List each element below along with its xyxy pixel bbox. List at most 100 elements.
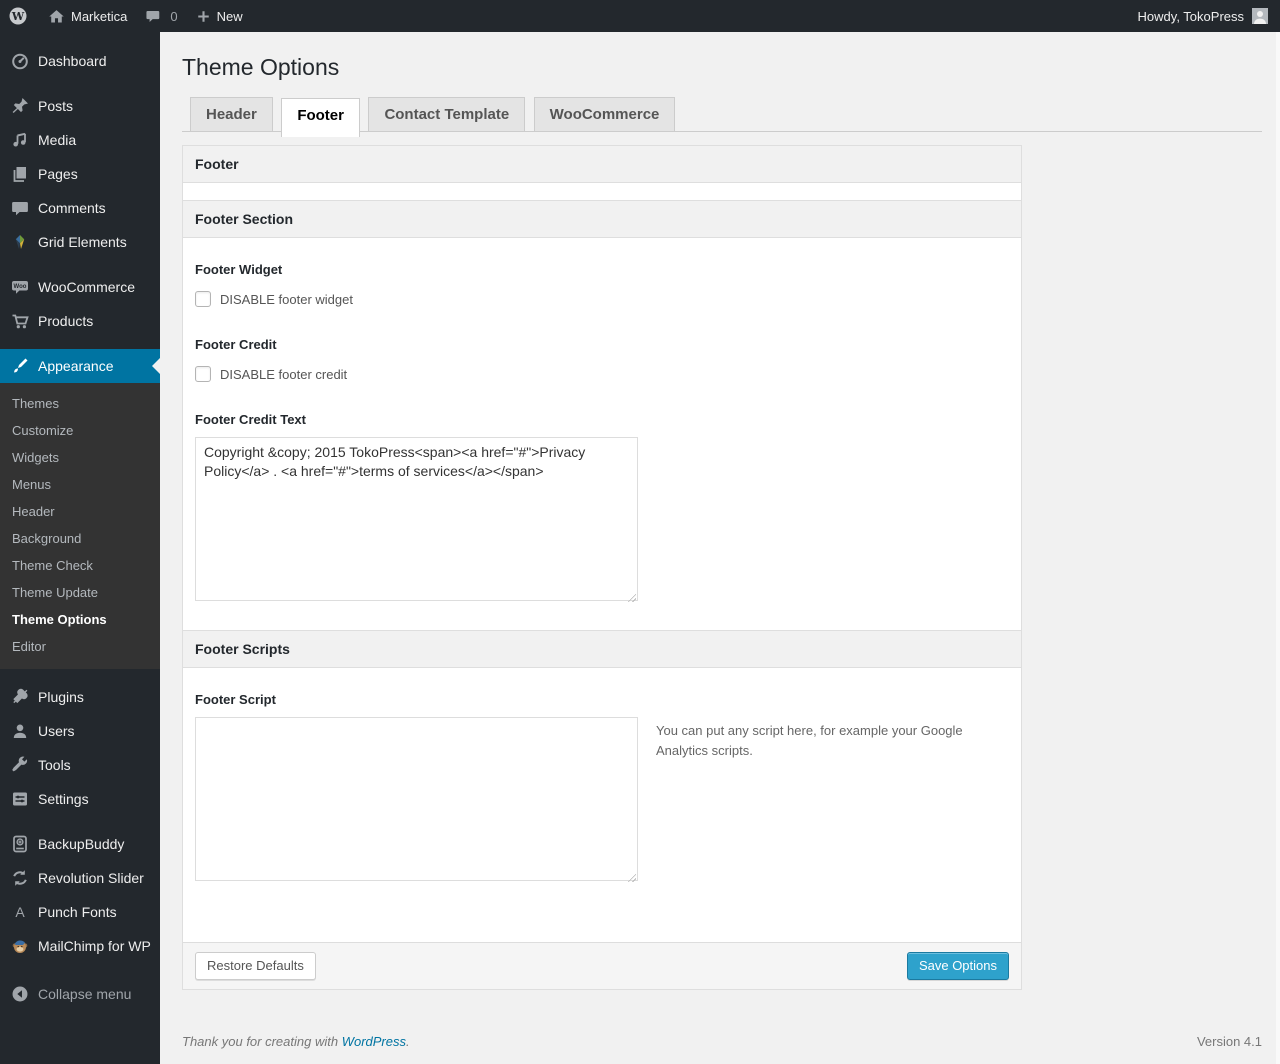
- new-content-menu[interactable]: New: [196, 9, 243, 24]
- new-label: New: [216, 8, 243, 24]
- pages-icon: [10, 164, 30, 184]
- version-label: Version 4.1: [1196, 1034, 1262, 1049]
- sidebar-item-plugins[interactable]: Plugins: [0, 680, 160, 714]
- sidebar-item-label: Tools: [38, 757, 71, 773]
- footer-credit-text-label: Footer Credit Text: [195, 412, 306, 427]
- wordpress-link[interactable]: WordPress: [342, 1034, 406, 1049]
- footer-scripts-fields: Footer Script You can put any script her…: [183, 668, 1021, 942]
- user-icon: [10, 721, 30, 741]
- scrollbar-track[interactable]: [1276, 32, 1280, 1064]
- submenu-item-background[interactable]: Background: [0, 525, 160, 552]
- submenu-item-theme-check[interactable]: Theme Check: [0, 552, 160, 579]
- tab-header[interactable]: Header: [190, 97, 273, 132]
- wordpress-logo-menu[interactable]: W: [8, 6, 28, 26]
- footer-thanks-text: Thank you for creating with: [182, 1034, 342, 1049]
- sidebar-item-grid-elements[interactable]: Grid Elements: [0, 225, 160, 259]
- paintbrush-icon: [10, 356, 30, 376]
- submenu-item-widgets[interactable]: Widgets: [0, 444, 160, 471]
- woocommerce-icon: Woo: [10, 277, 30, 297]
- submenu-item-theme-update[interactable]: Theme Update: [0, 579, 160, 606]
- submenu-item-menus[interactable]: Menus: [0, 471, 160, 498]
- comment-count: 0: [170, 8, 178, 24]
- footer-script-description: You can put any script here, for example…: [656, 723, 963, 759]
- submenu-item-editor[interactable]: Editor: [0, 633, 160, 660]
- appearance-submenu: Themes Customize Widgets Menus Header Ba…: [0, 383, 160, 669]
- footer-widget-row: DISABLE footer widget: [195, 291, 1009, 307]
- letter-a-icon: A: [10, 902, 30, 922]
- save-options-button[interactable]: Save Options: [906, 952, 1009, 980]
- footer-script-textarea-wrap: [195, 717, 638, 886]
- sidebar-item-products[interactable]: Products: [0, 304, 160, 338]
- svg-text:Woo: Woo: [14, 284, 27, 290]
- sidebar-item-dashboard[interactable]: Dashboard: [0, 44, 160, 78]
- sidebar-item-media[interactable]: Media: [0, 123, 160, 157]
- collapse-menu-label: Collapse menu: [38, 986, 132, 1002]
- disable-footer-credit-label[interactable]: DISABLE footer credit: [220, 367, 347, 382]
- sidebar-item-woocommerce[interactable]: Woo WooCommerce: [0, 270, 160, 304]
- plug-icon: [10, 687, 30, 707]
- sidebar-item-revolution-slider[interactable]: Revolution Slider: [0, 861, 160, 895]
- main-content: Theme Options Header Footer Contact Temp…: [160, 32, 1280, 1064]
- howdy-account-menu[interactable]: Howdy, TokoPress: [1138, 9, 1244, 24]
- tab-contact-template[interactable]: Contact Template: [368, 97, 526, 132]
- restore-defaults-button[interactable]: Restore Defaults: [195, 952, 316, 980]
- footer-section-fields: Footer Widget DISABLE footer widget Foot…: [183, 238, 1021, 630]
- comment-bubble-icon: [145, 8, 162, 25]
- avatar[interactable]: [1252, 8, 1268, 24]
- sidebar-item-label: Plugins: [38, 689, 84, 705]
- page-title: Theme Options: [182, 54, 340, 80]
- monkey-icon: [10, 936, 30, 956]
- submenu-item-themes[interactable]: Themes: [0, 390, 160, 417]
- disable-footer-widget-checkbox[interactable]: [195, 291, 211, 307]
- footer-thanks-period: .: [406, 1034, 410, 1049]
- sidebar-item-label: Grid Elements: [38, 234, 127, 250]
- sidebar-item-pages[interactable]: Pages: [0, 157, 160, 191]
- panel-action-bar: Restore Defaults Save Options: [183, 942, 1021, 989]
- sidebar-item-punch-fonts[interactable]: A Punch Fonts: [0, 895, 160, 929]
- sidebar-item-label: Dashboard: [38, 53, 107, 69]
- submenu-item-customize[interactable]: Customize: [0, 417, 160, 444]
- footer-script-textarea[interactable]: [195, 717, 638, 881]
- svg-text:W: W: [11, 10, 25, 23]
- sidebar-item-label: Posts: [38, 98, 74, 114]
- footer-section-header: Footer Section: [183, 200, 1021, 238]
- sidebar-item-appearance[interactable]: Appearance: [0, 349, 160, 383]
- footer-credit-label: Footer Credit: [195, 337, 277, 352]
- pushpin-icon: [10, 96, 30, 116]
- footer-thanks: Thank you for creating with WordPress.: [182, 1034, 410, 1049]
- sidebar-item-label: Revolution Slider: [38, 870, 144, 886]
- theme-options-panel: Footer Footer Section Footer Widget DISA…: [182, 145, 1022, 990]
- svg-text:A: A: [15, 904, 25, 920]
- grid-elements-icon: [10, 232, 30, 252]
- tab-footer[interactable]: Footer: [281, 98, 360, 137]
- comments-shortcut[interactable]: 0: [145, 8, 178, 25]
- sidebar-item-settings[interactable]: Settings: [0, 782, 160, 816]
- wordpress-logo-icon: W: [8, 6, 28, 26]
- site-link[interactable]: Marketica: [48, 8, 127, 25]
- submenu-item-header[interactable]: Header: [0, 498, 160, 525]
- sidebar-item-backupbuddy[interactable]: BackupBuddy: [0, 827, 160, 861]
- disable-footer-credit-checkbox[interactable]: [195, 366, 211, 382]
- tab-woocommerce[interactable]: WooCommerce: [533, 97, 676, 132]
- sidebar-item-posts[interactable]: Posts: [0, 89, 160, 123]
- admin-sidebar: Dashboard Posts Media Pages Comments Gri…: [0, 32, 160, 1064]
- sidebar-item-label: Comments: [38, 200, 106, 216]
- footer-credit-textarea[interactable]: Copyright &copy; 2015 TokoPress<span><a …: [195, 437, 638, 601]
- disable-footer-widget-label[interactable]: DISABLE footer widget: [220, 292, 353, 307]
- sidebar-item-comments[interactable]: Comments: [0, 191, 160, 225]
- sidebar-item-users[interactable]: Users: [0, 714, 160, 748]
- sidebar-item-label: Punch Fonts: [38, 904, 117, 920]
- panel-spacer: [183, 183, 1021, 200]
- sliders-icon: [10, 789, 30, 809]
- sidebar-item-tools[interactable]: Tools: [0, 748, 160, 782]
- media-icon: [10, 130, 30, 150]
- sidebar-item-label: Appearance: [38, 358, 114, 374]
- submenu-item-theme-options[interactable]: Theme Options: [0, 606, 160, 633]
- sidebar-item-mailchimp[interactable]: MailChimp for WP: [0, 929, 160, 963]
- comments-icon: [10, 198, 30, 218]
- footer-script-label: Footer Script: [195, 692, 276, 707]
- sidebar-item-label: WooCommerce: [38, 279, 135, 295]
- sidebar-item-label: Settings: [38, 791, 89, 807]
- footer-widget-label: Footer Widget: [195, 262, 283, 277]
- collapse-menu-button[interactable]: Collapse menu: [0, 977, 160, 1011]
